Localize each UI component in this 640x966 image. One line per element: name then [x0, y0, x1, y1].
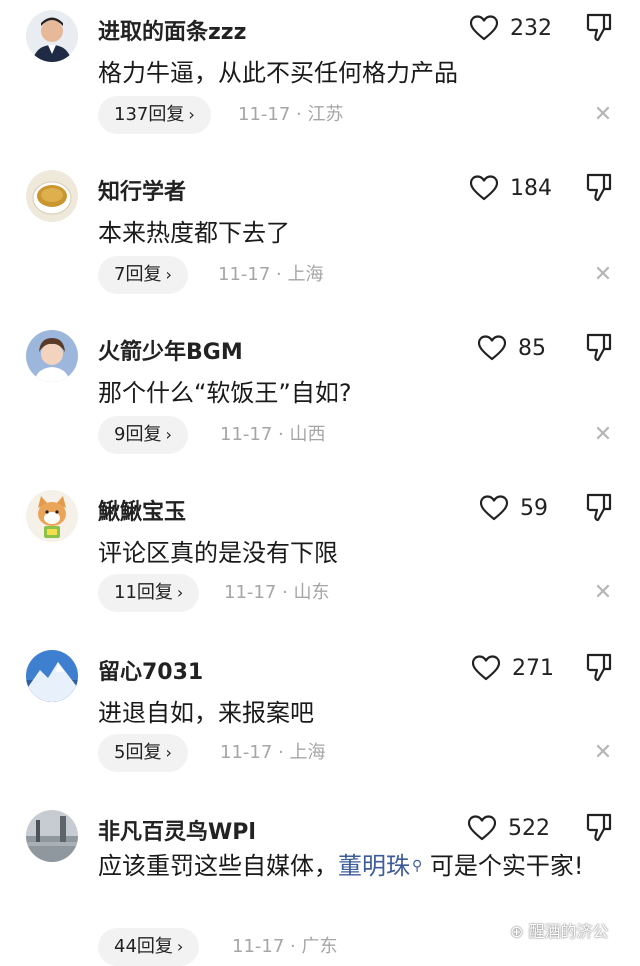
- comment-date: 11-17 · 江苏: [238, 104, 344, 125]
- avatar[interactable]: [26, 810, 78, 862]
- replies-label: 5回复: [114, 742, 162, 763]
- thumb-down-icon[interactable]: [585, 332, 613, 362]
- comment-text: 格力牛逼，从此不买任何格力产品: [98, 59, 458, 87]
- replies-label: 137回复: [114, 104, 185, 125]
- replies-button[interactable]: 44回复 ›: [98, 928, 200, 966]
- like-button[interactable]: 59: [480, 494, 548, 522]
- comment-date: 11-17 · 山东: [224, 582, 330, 603]
- close-icon[interactable]: ✕: [592, 734, 614, 772]
- heart-outline-icon: [480, 495, 508, 521]
- like-button[interactable]: 522: [468, 814, 550, 842]
- thumb-down-icon[interactable]: [585, 12, 613, 42]
- watermark: ⊕ 醒酒的济公: [510, 922, 609, 941]
- chevron-right-icon: ›: [165, 265, 172, 284]
- comment-text: 那个什么“软饭王”自如?: [98, 379, 352, 407]
- like-count: 85: [518, 335, 546, 361]
- heart-outline-icon: [478, 335, 506, 361]
- thumb-down-icon[interactable]: [585, 812, 613, 842]
- like-button[interactable]: 85: [478, 334, 546, 362]
- chevron-right-icon: ›: [165, 743, 172, 762]
- replies-button[interactable]: 137回复 ›: [98, 96, 211, 134]
- chevron-right-icon: ›: [176, 937, 184, 956]
- close-icon[interactable]: ✕: [592, 416, 614, 454]
- username[interactable]: 进取的面条zzz: [98, 14, 246, 46]
- replies-button[interactable]: 9回复 ›: [98, 416, 188, 454]
- avatar[interactable]: [26, 330, 78, 382]
- replies-label: 44回复: [114, 936, 173, 957]
- heart-outline-icon: [472, 655, 500, 681]
- comment-date: 11-17 · 广东: [232, 936, 338, 957]
- username[interactable]: 火箭少年BGM: [98, 334, 243, 366]
- comment-text: 评论区真的是没有下限: [98, 539, 338, 567]
- like-button[interactable]: 271: [472, 654, 554, 682]
- username[interactable]: 鰍鰍宝玉: [98, 494, 186, 526]
- like-count: 271: [512, 655, 554, 681]
- avatar[interactable]: [26, 490, 78, 542]
- comment-date: 11-17 · 上海: [218, 264, 324, 285]
- replies-label: 11回复: [114, 582, 173, 603]
- comment-text: 应该重罚这些自媒体，董明珠 ⚲ 可是个实干家!: [98, 846, 600, 886]
- search-icon: ⚲: [412, 858, 423, 874]
- chevron-right-icon: ›: [188, 105, 195, 124]
- replies-label: 9回复: [114, 424, 162, 445]
- close-icon[interactable]: ✕: [592, 256, 614, 294]
- like-count: 184: [510, 175, 552, 201]
- like-button[interactable]: 232: [470, 14, 552, 42]
- comment-date: 11-17 · 山西: [220, 424, 326, 445]
- heart-outline-icon: [470, 175, 498, 201]
- replies-label: 7回复: [114, 264, 162, 285]
- avatar[interactable]: [26, 170, 78, 222]
- comment-text-part: 可是个实干家!: [429, 852, 584, 880]
- chevron-right-icon: ›: [176, 583, 184, 602]
- username[interactable]: 非凡百灵鸟WPl: [98, 814, 256, 846]
- replies-button[interactable]: 7回复 ›: [98, 256, 188, 294]
- comment-text-part: 应该重罚这些自媒体，: [98, 852, 338, 880]
- heart-outline-icon: [470, 15, 498, 41]
- replies-button[interactable]: 5回复 ›: [98, 734, 188, 772]
- replies-button[interactable]: 11回复 ›: [98, 574, 200, 612]
- mention-link[interactable]: 董明珠: [338, 852, 410, 880]
- like-button[interactable]: 184: [470, 174, 552, 202]
- comment-text: 本来热度都下去了: [98, 219, 290, 247]
- avatar[interactable]: [26, 650, 78, 702]
- close-icon[interactable]: ✕: [592, 574, 614, 612]
- heart-outline-icon: [468, 815, 496, 841]
- like-count: 59: [520, 495, 548, 521]
- close-icon[interactable]: ✕: [592, 96, 614, 134]
- like-count: 232: [510, 15, 552, 41]
- thumb-down-icon[interactable]: [585, 652, 613, 682]
- comment-date: 11-17 · 上海: [220, 742, 326, 763]
- thumb-down-icon[interactable]: [585, 492, 613, 522]
- like-count: 522: [508, 815, 550, 841]
- chevron-right-icon: ›: [165, 425, 172, 444]
- thumb-down-icon[interactable]: [585, 172, 613, 202]
- comment-text: 进退自如，来报案吧: [98, 699, 314, 727]
- username[interactable]: 留心7031: [98, 654, 203, 686]
- username[interactable]: 知行学者: [98, 174, 186, 206]
- avatar[interactable]: [26, 10, 78, 62]
